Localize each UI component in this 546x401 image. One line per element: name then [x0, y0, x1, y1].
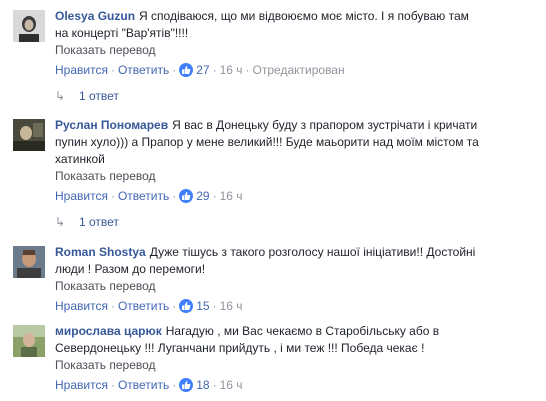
edited-label[interactable]: Отредактирован [253, 63, 345, 77]
comment-text-line: люди ! Разом до перемоги! [55, 262, 206, 276]
reply-link[interactable]: Ответить [118, 63, 169, 77]
comment-time[interactable]: 16 ч [220, 299, 243, 313]
show-translation-link[interactable]: Показать перевод [55, 278, 538, 294]
comment-text-line: хатинкой [55, 152, 105, 166]
show-translation-link[interactable]: Показать перевод [55, 357, 538, 373]
reply-arrow-icon: ↳ [55, 215, 66, 229]
author-name[interactable]: Руслан Пономарев [55, 118, 168, 132]
like-link[interactable]: Нравится [55, 378, 108, 392]
like-thumb-icon[interactable] [179, 189, 194, 203]
replies-toggle[interactable]: ↳ 1 ответ [55, 88, 119, 104]
comment-text-line: Севердонецьку !!! Луганчани прийдуть , і… [55, 341, 425, 355]
show-translation-link[interactable]: Показать перевод [55, 42, 538, 58]
comment-time[interactable]: 16 ч [220, 189, 243, 203]
comment-actions: Нравится · Ответить · 15 · 16 ч [55, 299, 243, 313]
reply-link[interactable]: Ответить [118, 189, 169, 203]
like-thumb-icon[interactable] [179, 299, 194, 313]
avatar[interactable] [13, 10, 45, 42]
like-thumb-icon[interactable] [179, 63, 194, 77]
comment-text: Руслан Пономарев Я вас в Донецьку буду з … [55, 118, 478, 132]
comment-text: Olesya Guzun Я сподіваюся, що ми відвоюєм… [55, 9, 469, 23]
reply-link[interactable]: Ответить [118, 378, 169, 392]
author-name[interactable]: Roman Shostya [55, 245, 146, 259]
comment-text-line: пупин хуло))) а Прапор у мене великий!!!… [55, 135, 479, 149]
like-link[interactable]: Нравится [55, 63, 108, 77]
like-link[interactable]: Нравится [55, 299, 108, 313]
comment-actions: Нравится · Ответить · 29 · 16 ч [55, 189, 243, 203]
reply-link[interactable]: Ответить [118, 299, 169, 313]
avatar[interactable] [13, 246, 45, 278]
comment-text: мирослава царюк Нагадую , ми Вас чекаємо … [55, 324, 440, 338]
author-name[interactable]: Olesya Guzun [55, 9, 135, 23]
comment-text: Roman Shostya Дуже тішусь з такого розгол… [55, 245, 476, 259]
likes-count[interactable]: 29 [196, 189, 209, 203]
replies-toggle[interactable]: ↳ 1 ответ [55, 214, 119, 230]
like-thumb-icon[interactable] [179, 378, 194, 392]
comment-actions: Нравится · Ответить · 27 · 16 ч · Отредактирован [55, 63, 345, 77]
likes-count[interactable]: 27 [196, 63, 209, 77]
likes-count[interactable]: 18 [196, 378, 209, 392]
comment-text-line: на концерті "Вар'ятів"!!!! [55, 26, 189, 40]
comment-time[interactable]: 16 ч [220, 63, 243, 77]
like-link[interactable]: Нравится [55, 189, 108, 203]
author-name[interactable]: мирослава царюк [55, 324, 162, 338]
avatar[interactable] [13, 119, 45, 151]
avatar[interactable] [13, 325, 45, 357]
comment-actions: Нравится · Ответить · 18 · 16 ч [55, 378, 243, 392]
show-translation-link[interactable]: Показать перевод [55, 168, 538, 184]
reply-arrow-icon: ↳ [55, 89, 66, 103]
comment-time[interactable]: 16 ч [220, 378, 243, 392]
likes-count[interactable]: 15 [196, 299, 209, 313]
